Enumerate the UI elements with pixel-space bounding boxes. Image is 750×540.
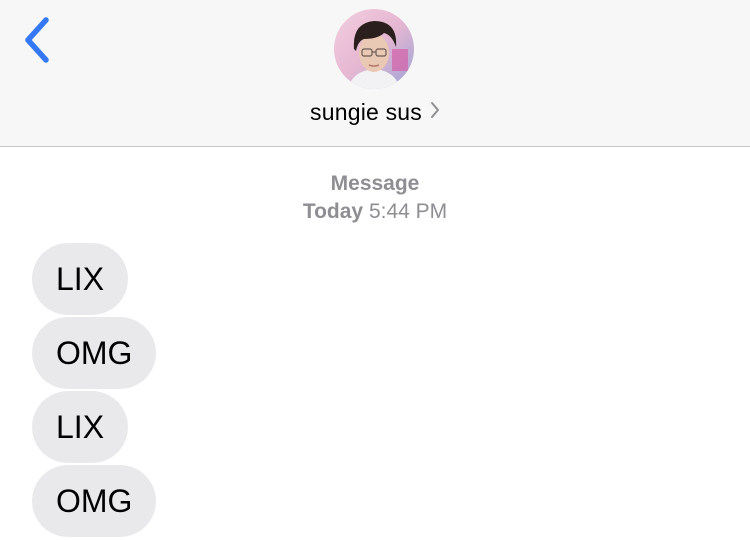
chevron-left-icon xyxy=(25,17,49,63)
thread-timestamp: Message Today 5:44 PM xyxy=(0,170,750,226)
message-row: LIX xyxy=(32,243,156,317)
messages-app: sungie sus Message Today 5:44 PM LIX OMG… xyxy=(0,0,750,540)
day-label: Today xyxy=(302,200,364,223)
message-row: OMG xyxy=(32,317,157,391)
incoming-message-bubble[interactable]: LIX xyxy=(32,243,129,315)
incoming-message-bubble[interactable]: OMG xyxy=(32,317,157,389)
message-row: OMG xyxy=(32,465,157,539)
contact-name-button[interactable]: sungie sus xyxy=(0,96,750,128)
incoming-message-bubble[interactable]: LIX xyxy=(32,391,129,463)
time-label: 5:44 PM xyxy=(368,200,448,223)
contact-avatar[interactable] xyxy=(334,9,414,89)
message-list: LIX OMG LIX OMG xyxy=(32,243,157,539)
incoming-message-bubble[interactable]: OMG xyxy=(32,465,157,537)
conversation-header: sungie sus xyxy=(0,0,750,147)
chevron-right-icon xyxy=(430,101,440,124)
contact-name: sungie sus xyxy=(310,98,422,125)
back-button[interactable] xyxy=(18,14,62,66)
message-row: LIX xyxy=(32,391,156,465)
service-label: Message xyxy=(330,172,420,195)
avatar-photo xyxy=(334,9,414,89)
